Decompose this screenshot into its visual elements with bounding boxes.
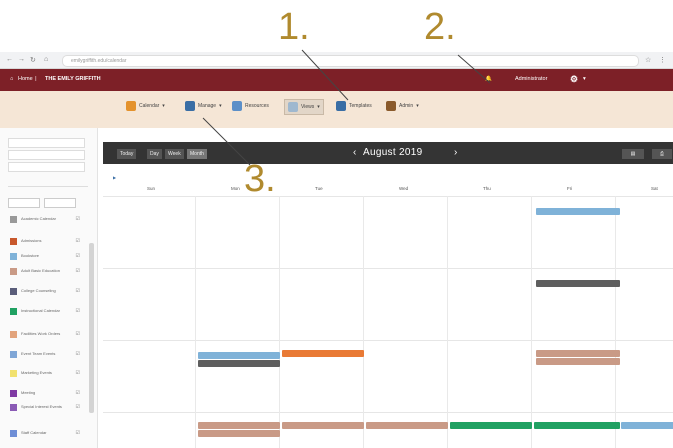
annotation-lines <box>202 49 491 166</box>
annotation-line-2 <box>457 54 491 84</box>
annotation-label-2: 2. <box>424 6 456 48</box>
annotation-line-1 <box>301 49 349 101</box>
annotation-line-3 <box>202 117 251 166</box>
annotation-label-3: 3. <box>244 158 276 200</box>
annotation-label-1: 1. <box>278 6 310 48</box>
